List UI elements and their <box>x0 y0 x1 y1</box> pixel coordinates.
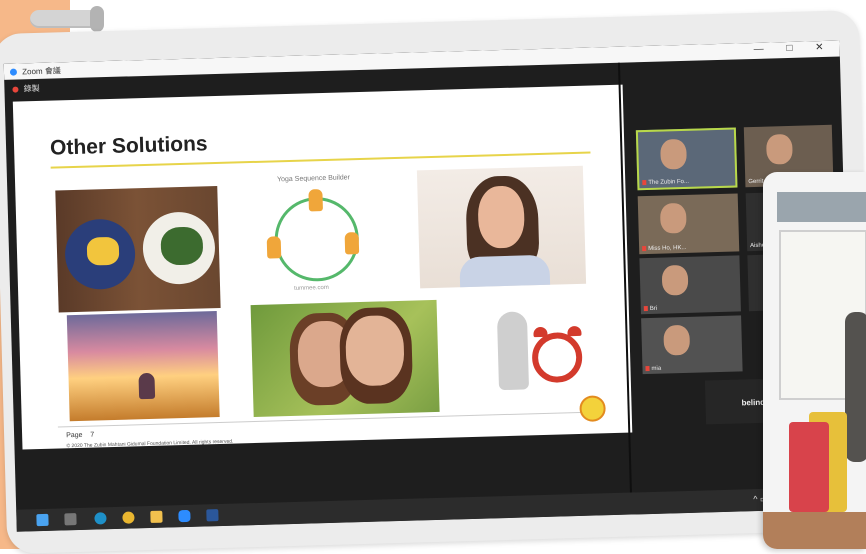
participant-tile[interactable]: Bri <box>639 255 741 315</box>
alarm-bell-icon <box>567 325 582 337</box>
alarm-clock-icon <box>531 331 583 384</box>
participant-name: Miss Ho, HK... <box>642 245 687 252</box>
meditating-silhouette <box>138 372 156 400</box>
recording-label: 錄製 <box>23 83 40 94</box>
participant-tile[interactable]: The Zubin Fo... <box>635 127 738 191</box>
participant-video <box>659 202 687 234</box>
muted-mic-icon <box>643 305 648 312</box>
laptop-frame: Zoom 會議 — □ ✕ 錄製 Other Solutions Yoga Se <box>0 10 866 554</box>
meditation-sunset-photo <box>66 311 220 422</box>
face <box>477 185 526 249</box>
windows-start-icon[interactable] <box>36 513 49 527</box>
decorative-pill-cap <box>90 6 104 32</box>
headache-woman-photo <box>416 165 587 289</box>
zoom-app-icon[interactable] <box>178 509 191 523</box>
zoom-titlebar: Zoom 會議 — □ ✕ <box>3 40 840 80</box>
person <box>845 312 866 462</box>
word-app-icon[interactable] <box>206 509 219 522</box>
zoom-title-text: Zoom 會議 <box>22 66 61 77</box>
slide-title: Other Solutions <box>49 132 208 160</box>
participant-video <box>766 133 793 165</box>
participant-name: Bri <box>643 305 657 312</box>
yoga-diagram-title: Yoga Sequence Builder <box>276 174 351 184</box>
recording-indicator[interactable]: 錄製 <box>12 83 40 95</box>
yoga-sequence-diagram: Yoga Sequence Builder tummee.com <box>255 174 379 305</box>
yoga-site-label: tummee.com <box>294 284 329 292</box>
zoom-logo-icon <box>9 68 18 77</box>
participant-video <box>661 264 689 296</box>
egg-dish <box>86 236 120 266</box>
yoga-pose-figure <box>344 232 360 255</box>
foundation-logo-icon <box>579 395 606 422</box>
minimize-button[interactable]: — <box>753 43 773 55</box>
window-controls[interactable]: — □ ✕ <box>753 42 833 55</box>
close-button[interactable]: ✕ <box>815 42 834 54</box>
maximize-button[interactable]: □ <box>786 43 802 54</box>
participant-tile[interactable]: Miss Ho, HK... <box>637 193 740 255</box>
zoom-app-title: Zoom 會議 <box>9 65 61 77</box>
yoga-pose-figure <box>266 236 282 259</box>
stressed-figure <box>496 311 530 391</box>
shirt <box>459 254 551 289</box>
participant-name: Gerrit <box>748 178 764 186</box>
muted-mic-icon <box>642 179 647 186</box>
edge-browser-icon[interactable] <box>94 512 107 525</box>
record-dot-icon <box>12 86 19 93</box>
muted-mic-icon <box>642 245 647 252</box>
participant-tile[interactable]: mia <box>641 315 743 375</box>
face-right <box>344 314 405 387</box>
floor <box>763 512 866 549</box>
chrome-browser-icon[interactable] <box>122 511 135 524</box>
slide-page-number: Page 7 <box>66 432 94 440</box>
windows-taskbar: ^ ▭ 🔈 <box>16 486 853 532</box>
page-label: Page <box>66 431 83 440</box>
two-women-photo <box>250 299 440 418</box>
page-number: 7 <box>90 431 95 439</box>
file-explorer-icon[interactable] <box>150 510 163 523</box>
participant-name: mia <box>645 366 661 373</box>
yoga-pose-figure <box>308 189 323 212</box>
zoom-screen: Zoom 會議 — □ ✕ 錄製 Other Solutions Yoga Se <box>3 40 853 532</box>
shared-slide: Other Solutions Yoga Sequence Builder tu… <box>12 84 633 450</box>
participant-video <box>660 138 687 170</box>
window-frame <box>777 192 866 222</box>
healthy-food-photo <box>55 185 221 313</box>
chair-red <box>789 422 829 512</box>
classroom-photo <box>763 172 866 549</box>
task-view-icon[interactable] <box>64 513 77 526</box>
participant-video <box>663 324 691 356</box>
participant-name: The Zubin Fo... <box>642 179 689 186</box>
stress-alarm-clock-illustration <box>475 301 598 396</box>
muted-mic-icon <box>645 365 650 372</box>
slide-copyright: © 2020 The Zubin Mahtani Gidumal Foundat… <box>66 438 234 450</box>
greens-dish <box>160 226 204 266</box>
